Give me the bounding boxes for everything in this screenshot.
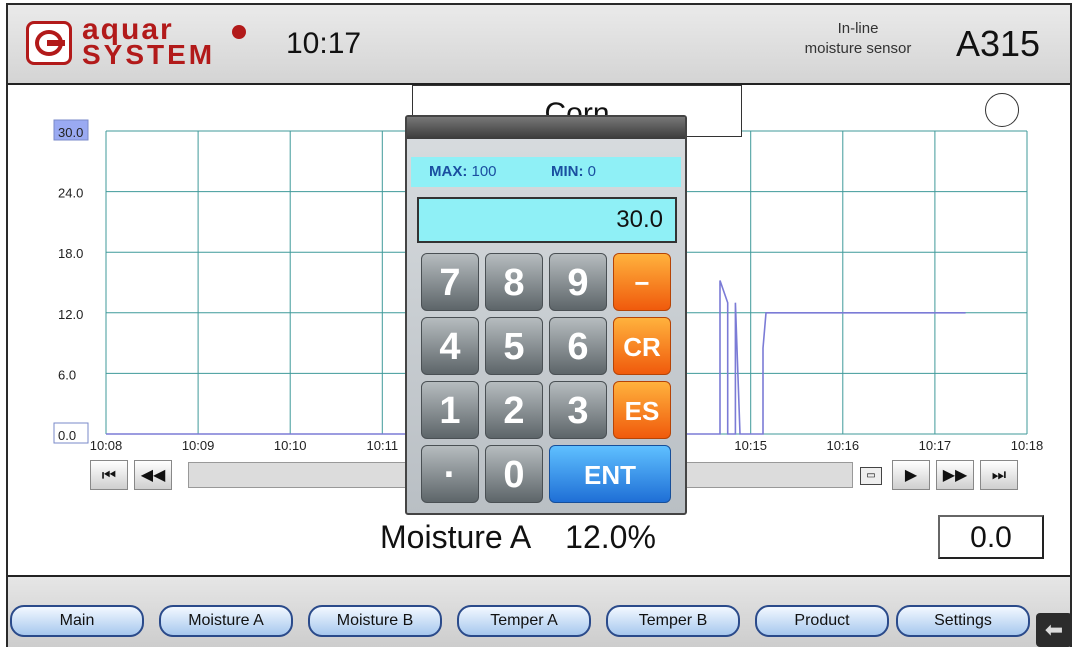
hmi-screen: aquar SYSTEM 10:17 In-line moisture sens…	[6, 3, 1072, 647]
clock: 10:17	[286, 27, 362, 60]
key-clear[interactable]: CR	[613, 317, 671, 375]
logo-text-system: SYSTEM	[82, 39, 216, 70]
x-tick-label: 10:10	[274, 438, 307, 453]
max-label: MAX:	[429, 163, 468, 180]
y-tick-label: 0.0	[58, 428, 76, 443]
key-0[interactable]: 0	[485, 445, 543, 503]
fast-forward-button[interactable]: ▶▶	[936, 460, 974, 490]
key-1[interactable]: 1	[421, 381, 479, 439]
key-3[interactable]: 3	[549, 381, 607, 439]
key-2[interactable]: 2	[485, 381, 543, 439]
tab-main[interactable]: Main	[10, 605, 144, 637]
rewind-button[interactable]: ◀◀	[134, 460, 172, 490]
back-arrow-icon[interactable]: ⬅	[1036, 613, 1072, 647]
min-limit: MIN: 0	[551, 157, 596, 187]
bottom-tab-bar: Main Moisture A Moisture B Temper A Temp…	[8, 575, 1072, 647]
x-tick-label: 10:11	[367, 438, 399, 453]
key-escape[interactable]: ES	[613, 381, 671, 439]
x-tick-label: 10:08	[90, 438, 123, 453]
key-7[interactable]: 7	[421, 253, 479, 311]
y-tick-label: 18.0	[58, 246, 83, 261]
tab-product[interactable]: Product	[755, 605, 889, 637]
min-value: 0	[587, 163, 597, 180]
header-bar: aquar SYSTEM 10:17 In-line moisture sens…	[8, 5, 1070, 85]
keypad-title-bar[interactable]	[407, 117, 685, 139]
x-tick-label: 10:16	[827, 438, 860, 453]
tab-moisture-a[interactable]: Moisture A	[159, 605, 293, 637]
sensor-type-label: In-line moisture sensor	[778, 19, 938, 59]
y-tick-label: 12.0	[58, 307, 83, 322]
key-enter[interactable]: ENT	[549, 445, 671, 503]
setpoint-input[interactable]: 0.0	[938, 515, 1044, 559]
logo-mark-icon	[26, 21, 72, 65]
aquar-system-logo: aquar SYSTEM	[26, 15, 266, 70]
sensor-label-line1: In-line	[837, 20, 879, 37]
logo-dot-icon	[232, 25, 246, 39]
reading-unit: %	[627, 519, 656, 555]
tab-settings[interactable]: Settings	[896, 605, 1030, 637]
device-id: A315	[956, 23, 1041, 64]
x-tick-label: 10:15	[734, 438, 767, 453]
x-tick-label: 10:17	[919, 438, 952, 453]
scroll-thumb-icon[interactable]: ▭	[860, 467, 882, 485]
tab-temper-a[interactable]: Temper A	[457, 605, 591, 637]
keypad-display: 30.0	[417, 197, 677, 243]
key-8[interactable]: 8	[485, 253, 543, 311]
tab-moisture-b[interactable]: Moisture B	[308, 605, 442, 637]
play-button[interactable]: ▶	[892, 460, 930, 490]
sensor-label-line2: moisture sensor	[804, 40, 912, 57]
y-tick-label: 24.0	[58, 186, 83, 201]
tab-temper-b[interactable]: Temper B	[606, 605, 740, 637]
keypad-limits: MAX: 100 MIN: 0	[411, 157, 681, 187]
key-5[interactable]: 5	[485, 317, 543, 375]
numeric-keypad-popup: MAX: 100 MIN: 0 30.0 7 8 9 − 4 5 6 CR 1 …	[405, 115, 687, 515]
key-decimal[interactable]: ·	[421, 445, 479, 503]
min-label: MIN:	[551, 163, 584, 180]
key-6[interactable]: 6	[549, 317, 607, 375]
max-limit: MAX: 100	[429, 157, 497, 187]
key-9[interactable]: 9	[549, 253, 607, 311]
y-tick-label: 6.0	[58, 367, 76, 382]
x-tick-label: 10:09	[182, 438, 215, 453]
reading-label: Moisture A	[380, 519, 532, 555]
status-indicator-icon	[985, 93, 1019, 127]
key-4[interactable]: 4	[421, 317, 479, 375]
y-tick-label: 30.0	[58, 125, 83, 140]
moisture-reading: Moisture A 12.0%	[380, 519, 656, 556]
max-value: 100	[471, 163, 497, 180]
key-minus[interactable]: −	[613, 253, 671, 311]
jump-to-start-button[interactable]: ⏮	[90, 460, 128, 490]
reading-value: 12.0	[565, 519, 628, 555]
jump-to-end-button[interactable]: ⏭	[980, 460, 1018, 490]
x-tick-label: 10:18	[1011, 438, 1044, 453]
